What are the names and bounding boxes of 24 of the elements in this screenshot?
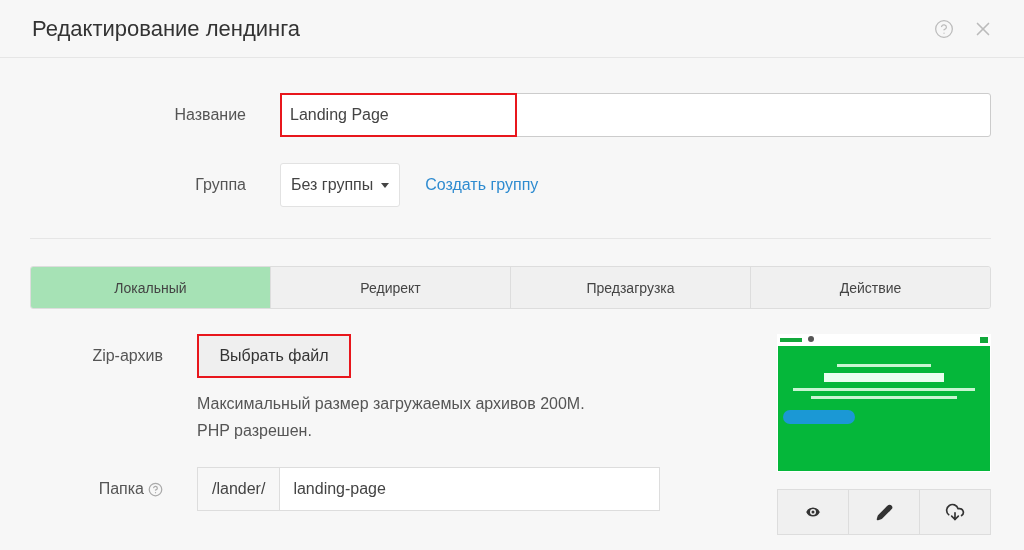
field-label: Папка xyxy=(98,480,144,498)
window-title: Редактирование лендинга xyxy=(32,15,301,42)
help-icon[interactable] xyxy=(934,18,954,39)
pencil-icon xyxy=(875,503,893,521)
tab[interactable]: Локальный xyxy=(31,267,270,308)
field-label: Название xyxy=(173,106,247,124)
download-button[interactable] xyxy=(919,490,990,534)
group-select[interactable]: Без группы xyxy=(280,163,401,207)
path-prefix: /lander/ xyxy=(198,468,281,510)
edit-button[interactable] xyxy=(848,490,919,534)
cloud-download-icon xyxy=(945,502,965,522)
folder-field[interactable]: /lander/ landing-page xyxy=(197,467,660,511)
tab[interactable]: Предзагрузка xyxy=(510,267,750,308)
field-label: Zip-архив xyxy=(91,347,164,365)
choose-file-button[interactable]: Выбрать файл xyxy=(197,334,351,378)
tab[interactable]: Действие xyxy=(750,267,990,308)
caret-icon xyxy=(381,182,390,188)
tab[interactable]: Редирект xyxy=(270,267,510,308)
folder-value: landing-page xyxy=(292,479,386,499)
help-text: PHP разрешен. xyxy=(197,421,313,441)
name-field[interactable]: Landing Page xyxy=(280,93,991,137)
help-text: Максимальный размер загружаемых архивов 200M. xyxy=(197,394,586,414)
help-icon[interactable] xyxy=(148,481,163,497)
field-label: Группа xyxy=(194,176,247,194)
